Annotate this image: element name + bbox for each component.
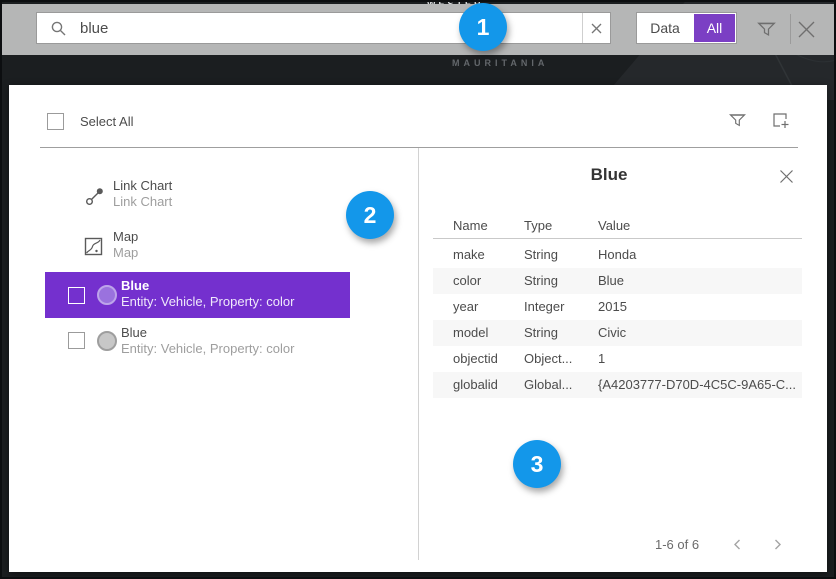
add-to-selection-button[interactable] — [771, 111, 790, 130]
table-row: objectid Object... 1 — [433, 346, 802, 372]
cell-name: model — [453, 320, 488, 346]
results-filter-button[interactable] — [728, 111, 747, 130]
step-badge-3: 3 — [513, 440, 561, 488]
search-results-panel: Select All Link Chart Link Chart — [9, 85, 827, 572]
select-all-label: Select All — [80, 114, 133, 129]
chevron-right-icon — [771, 538, 784, 551]
funnel-icon — [728, 111, 747, 130]
result-item-blue-selected[interactable]: Blue Entity: Vehicle, Property: color — [45, 272, 350, 318]
map-label-mauritania: MAURITANIA — [452, 58, 548, 68]
column-header-type: Type — [524, 218, 552, 233]
link-chart-icon — [84, 185, 106, 207]
cell-value: Honda — [598, 242, 636, 268]
search-box[interactable] — [36, 12, 611, 44]
cell-value: {A4203777-D70D-4C5C-9A65-C... — [598, 372, 796, 398]
map-icon — [84, 237, 103, 256]
result-subtitle: Map — [113, 245, 138, 260]
color-swatch-icon — [97, 331, 117, 351]
result-item-blue[interactable] — [45, 317, 350, 363]
search-scope-toggle: Data All — [636, 12, 737, 44]
scope-data-button[interactable]: Data — [637, 13, 693, 43]
result-subtitle: Entity: Vehicle, Property: color — [121, 294, 294, 309]
cell-type: Integer — [524, 294, 564, 320]
step-badge-2: 2 — [346, 191, 394, 239]
cell-name: color — [453, 268, 481, 294]
result-title: Blue — [121, 325, 147, 340]
list-detail-divider — [418, 148, 419, 560]
step-badge-1: 1 — [459, 3, 507, 51]
cell-name: year — [453, 294, 478, 320]
header-divider — [40, 147, 798, 148]
cell-name: make — [453, 242, 485, 268]
table-row: color String Blue — [433, 268, 802, 294]
search-toolbar: Data All — [2, 4, 834, 55]
table-row: year Integer 2015 — [433, 294, 802, 320]
result-checkbox[interactable] — [68, 332, 85, 349]
clear-search-button[interactable] — [582, 13, 610, 43]
close-detail-button[interactable] — [779, 169, 794, 184]
cell-value: Civic — [598, 320, 626, 346]
result-subtitle: Link Chart — [113, 194, 172, 209]
cell-value: 2015 — [598, 294, 627, 320]
pagination-prev-button[interactable] — [731, 538, 744, 551]
cell-name: objectid — [453, 346, 498, 372]
add-item-icon — [771, 111, 790, 130]
table-row: make String Honda — [433, 242, 802, 268]
search-filter-button[interactable] — [756, 19, 777, 40]
table-row: globalid Global... {A4203777-D70D-4C5C-9… — [433, 372, 802, 398]
cell-type: String — [524, 242, 558, 268]
cell-type: String — [524, 320, 558, 346]
close-x-icon — [796, 19, 817, 40]
close-search-button[interactable] — [796, 19, 817, 40]
close-x-icon — [779, 169, 794, 184]
cell-type: Object... — [524, 346, 572, 372]
cell-value: 1 — [598, 346, 605, 372]
detail-title: Blue — [419, 165, 799, 185]
result-title: Blue — [121, 278, 149, 293]
result-subtitle: Entity: Vehicle, Property: color — [121, 341, 294, 356]
cell-type: String — [524, 268, 558, 294]
cell-value: Blue — [598, 268, 624, 294]
color-swatch-icon — [97, 285, 117, 305]
cell-type: Global... — [524, 372, 572, 398]
scope-all-button[interactable]: All — [694, 14, 735, 42]
result-title: Link Chart — [113, 178, 172, 193]
table-header-divider — [433, 238, 802, 239]
pagination-next-button[interactable] — [771, 538, 784, 551]
search-icon — [50, 20, 67, 37]
table-row: model String Civic — [433, 320, 802, 346]
column-header-name: Name — [453, 218, 488, 233]
clear-x-icon — [591, 23, 602, 34]
pagination-label: 1-6 of 6 — [655, 537, 699, 552]
select-all-checkbox[interactable] — [47, 113, 64, 130]
cell-name: globalid — [453, 372, 498, 398]
toolbar-divider — [790, 14, 791, 44]
column-header-value: Value — [598, 218, 630, 233]
result-checkbox[interactable] — [68, 287, 85, 304]
chevron-left-icon — [731, 538, 744, 551]
result-title: Map — [113, 229, 138, 244]
funnel-icon — [756, 19, 777, 40]
